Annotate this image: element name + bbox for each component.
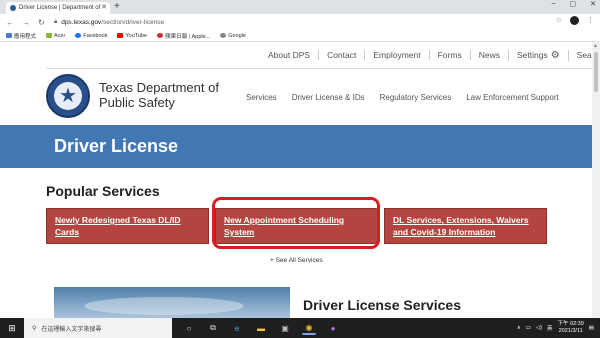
bookmark-apps[interactable]: 應用程式	[6, 32, 36, 40]
nav-settings[interactable]: Settings ⚙	[507, 49, 568, 61]
minimize-button[interactable]: –	[552, 0, 556, 8]
driver-license-services-heading: Driver License Services	[303, 297, 461, 313]
clock-date: 2021/3/11	[558, 328, 583, 334]
globe-icon	[220, 33, 227, 38]
bookmark-youtube[interactable]: YouTube	[117, 33, 147, 39]
scrollbar-thumb[interactable]	[594, 52, 598, 92]
lock-icon: 🔒︎	[54, 18, 58, 25]
bookmark-facebook[interactable]: Facebook	[75, 33, 107, 39]
popular-services-heading: Popular Services	[46, 183, 160, 199]
chrome-icon[interactable]: ◉	[302, 321, 316, 335]
page-banner: Driver License	[0, 125, 592, 168]
url-domain: dps.texas.gov	[61, 18, 102, 26]
bookmark-star-icon[interactable]: ☆	[556, 16, 562, 25]
apple-daily-icon	[157, 33, 164, 38]
clock-time: 下午 02:39	[557, 321, 584, 327]
task-view-icon[interactable]: ⧉	[206, 321, 220, 335]
profile-avatar[interactable]	[570, 16, 579, 25]
ime-indicator[interactable]: 英	[547, 324, 553, 332]
windows-start-icon[interactable]: ⊞	[0, 318, 24, 338]
bookmarks-bar: 應用程式 Acer Facebook YouTube 蘋果日報 | Apple.…	[0, 30, 600, 42]
back-arrow-icon[interactable]: ←	[6, 18, 14, 27]
gear-icon: ⚙	[550, 49, 560, 61]
notifications-icon[interactable]: ▤	[589, 325, 594, 331]
main-nav: Services Driver License & IDs Regulatory…	[246, 93, 559, 102]
card-dl-services-covid[interactable]: DL Services, Extensions, Waivers and Cov…	[384, 208, 547, 244]
browser-tab-bar: Driver License | Department of ✕ + – ▢ ✕	[0, 0, 600, 14]
tab-title: Driver License | Department of	[19, 5, 101, 11]
bookmark-apple-daily[interactable]: 蘋果日報 | Apple...	[157, 32, 210, 40]
address-bar[interactable]: 🔒︎ dps.texas.gov/section/driver-license	[54, 16, 554, 28]
header-divider	[46, 68, 592, 69]
nav-search[interactable]: Search⚲	[567, 49, 592, 61]
edge-icon[interactable]: e	[230, 321, 244, 335]
cortana-icon[interactable]: ○	[182, 321, 196, 335]
nav-services[interactable]: Services	[246, 93, 277, 102]
see-all-services-link[interactable]: + See All Services	[270, 257, 323, 264]
scroll-up-icon[interactable]: ▲	[593, 43, 598, 49]
speaker-icon[interactable]: ◁)	[536, 325, 542, 331]
youtube-icon	[117, 33, 124, 38]
file-explorer-icon[interactable]: ▬	[254, 321, 268, 335]
system-tray: ∧ ▭ ◁) 英 下午 02:39 2021/3/11 ▤	[517, 318, 594, 338]
network-icon[interactable]: ▭	[526, 325, 531, 331]
nav-about-dps[interactable]: About DPS	[260, 50, 318, 60]
window-controls: – ▢ ✕	[552, 0, 596, 8]
dps-seal-logo[interactable]: ★	[46, 74, 90, 118]
browser-tab[interactable]: Driver License | Department of ✕	[6, 2, 110, 14]
card-redesigned-dl-id[interactable]: Newly Redesigned Texas DL/ID Cards	[46, 208, 209, 244]
dps-favicon-icon	[10, 5, 16, 11]
utility-nav: About DPS Contact Employment Forms News …	[260, 44, 592, 66]
reload-icon[interactable]: ↻	[38, 18, 45, 27]
facebook-icon	[75, 33, 82, 38]
maximize-button[interactable]: ▢	[570, 0, 577, 8]
acer-icon	[46, 33, 53, 38]
search-label: Search	[576, 50, 592, 60]
new-tab-button[interactable]: +	[114, 1, 120, 12]
chevron-up-icon[interactable]: ∧	[517, 325, 521, 331]
windows-taskbar: ⊞ ⚲ 在這裡輸入文字來搜尋 ○ ⧉ e ▬ ▣ ◉ ● ∧ ▭ ◁) 英 下午…	[0, 318, 600, 338]
nav-contact[interactable]: Contact	[318, 50, 364, 60]
nav-news[interactable]: News	[469, 50, 508, 60]
org-name[interactable]: Texas Department of Public Safety	[99, 80, 229, 110]
taskbar-search-box[interactable]: ⚲ 在這裡輸入文字來搜尋	[24, 318, 172, 338]
taskbar-search-placeholder: 在這裡輸入文字來搜尋	[41, 326, 102, 333]
close-window-button[interactable]: ✕	[590, 0, 596, 8]
bookmark-google[interactable]: Google	[220, 33, 246, 39]
clock[interactable]: 下午 02:39 2021/3/11	[558, 321, 584, 335]
menu-dots-icon[interactable]: ⋮	[587, 16, 594, 25]
bookmark-acer[interactable]: Acer	[46, 33, 65, 39]
apps-grid-icon	[6, 33, 12, 38]
paint-icon[interactable]: ●	[326, 321, 340, 335]
page-title: Driver License	[54, 136, 179, 156]
browser-toolbar: ← → ↻ 🔒︎ dps.texas.gov/section/driver-li…	[0, 14, 600, 30]
nav-law-enforcement-support[interactable]: Law Enforcement Support	[466, 93, 559, 102]
nav-regulatory-services[interactable]: Regulatory Services	[380, 93, 452, 102]
close-tab-icon[interactable]: ✕	[101, 3, 107, 11]
nav-driver-license-ids[interactable]: Driver License & IDs	[292, 93, 365, 102]
search-icon: ⚲	[32, 325, 37, 332]
driver-license-photo	[54, 287, 290, 318]
nav-forms[interactable]: Forms	[428, 50, 470, 60]
web-page: About DPS Contact Employment Forms News …	[0, 42, 592, 318]
store-icon[interactable]: ▣	[278, 321, 292, 335]
url-path: /section/driver-license	[101, 18, 165, 26]
highlight-circle-annotation	[212, 197, 380, 249]
nav-employment[interactable]: Employment	[364, 50, 428, 60]
page-scrollbar[interactable]: ▲	[592, 42, 600, 318]
forward-arrow-icon[interactable]: →	[22, 18, 30, 27]
settings-label: Settings	[516, 50, 548, 60]
star-icon: ★	[54, 82, 82, 110]
